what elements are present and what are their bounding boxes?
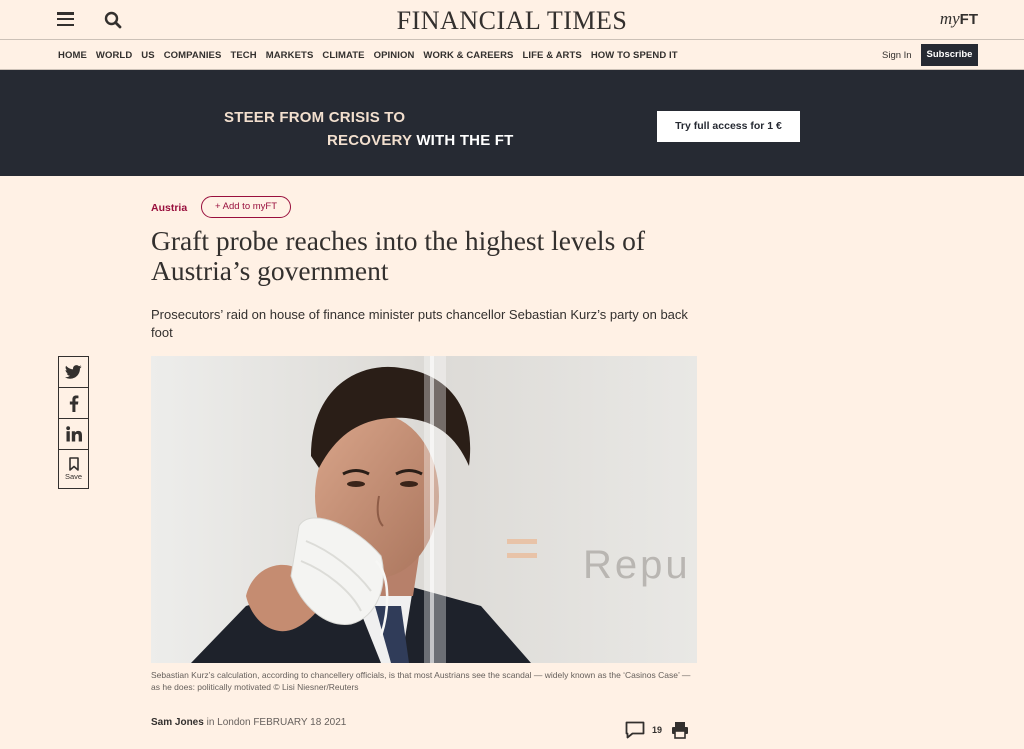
article-photo: Repu xyxy=(151,356,697,663)
banner-line-2: RECOVERY WITH THE FT xyxy=(327,132,514,149)
nav-item-us[interactable]: US xyxy=(141,50,154,61)
nav-item-tech[interactable]: TECH xyxy=(230,50,256,61)
twitter-icon xyxy=(65,365,82,379)
topic-link[interactable]: Austria xyxy=(151,202,187,214)
nav-item-how-to-spend-it[interactable]: HOW TO SPEND IT xyxy=(591,50,678,61)
linkedin-share-button[interactable] xyxy=(59,419,88,450)
publish-date: FEBRUARY 18 2021 xyxy=(253,717,347,728)
sign-in-link[interactable]: Sign In xyxy=(882,50,912,61)
myft-suffix: FT xyxy=(959,11,978,28)
nav-items: HOME WORLD US COMPANIES TECH MARKETS CLI… xyxy=(58,50,687,61)
myft-link[interactable]: myFT xyxy=(940,9,978,29)
linkedin-icon xyxy=(65,426,82,442)
top-header: FINANCIAL TIMES myFT xyxy=(0,0,1024,40)
trial-button[interactable]: Try full access for 1 € xyxy=(657,111,800,142)
nav-item-climate[interactable]: CLIMATE xyxy=(322,50,364,61)
nav-item-home[interactable]: HOME xyxy=(58,50,87,61)
comment-count[interactable]: 19 xyxy=(652,725,662,735)
comments-icon[interactable] xyxy=(625,721,645,739)
banner-line-2b: WITH THE FT xyxy=(416,132,514,149)
article-image: Repu xyxy=(151,356,697,663)
byline: Sam Jones in London FEBRUARY 18 2021 xyxy=(151,717,346,728)
main-nav: HOME WORLD US COMPANIES TECH MARKETS CLI… xyxy=(0,41,1024,70)
facebook-share-button[interactable] xyxy=(59,388,88,419)
bookmark-icon xyxy=(68,457,79,471)
nav-item-life-arts[interactable]: LIFE & ARTS xyxy=(523,50,582,61)
myft-prefix: my xyxy=(939,9,960,28)
author-link[interactable]: Sam Jones xyxy=(151,717,204,728)
share-rail: Save xyxy=(58,356,89,489)
promo-banner: STEER FROM CRISIS TO RECOVERY WITH THE F… xyxy=(0,70,1024,176)
plus-icon: + xyxy=(214,201,223,212)
nav-item-world[interactable]: WORLD xyxy=(96,50,132,61)
save-button[interactable]: Save xyxy=(59,450,88,488)
byline-location: in London xyxy=(203,717,254,728)
add-to-myft-button[interactable]: + Add to myFT xyxy=(201,196,291,218)
article-standfirst: Prosecutors’ raid on house of finance mi… xyxy=(151,307,688,340)
subscribe-button[interactable]: Subscribe xyxy=(921,44,978,66)
nav-item-markets[interactable]: MARKETS xyxy=(266,50,314,61)
twitter-share-button[interactable] xyxy=(59,357,88,388)
banner-line-1: STEER FROM CRISIS TO xyxy=(224,109,406,126)
image-caption: Sebastian Kurz’s calculation, according … xyxy=(151,670,691,692)
nav-item-companies[interactable]: COMPANIES xyxy=(164,50,222,61)
article-headline: Graft probe reaches into the highest lev… xyxy=(151,225,646,286)
banner-line-2a: RECOVERY xyxy=(327,132,417,149)
print-icon[interactable] xyxy=(671,721,689,739)
nav-item-work-careers[interactable]: WORK & CAREERS xyxy=(423,50,513,61)
add-to-myft-label: Add to myFT xyxy=(222,201,278,212)
ft-logo[interactable]: FINANCIAL TIMES xyxy=(0,6,1024,36)
facebook-icon xyxy=(69,394,78,412)
background-sign-text: Repu xyxy=(583,543,691,587)
nav-item-opinion[interactable]: OPINION xyxy=(374,50,415,61)
save-label: Save xyxy=(64,472,83,481)
